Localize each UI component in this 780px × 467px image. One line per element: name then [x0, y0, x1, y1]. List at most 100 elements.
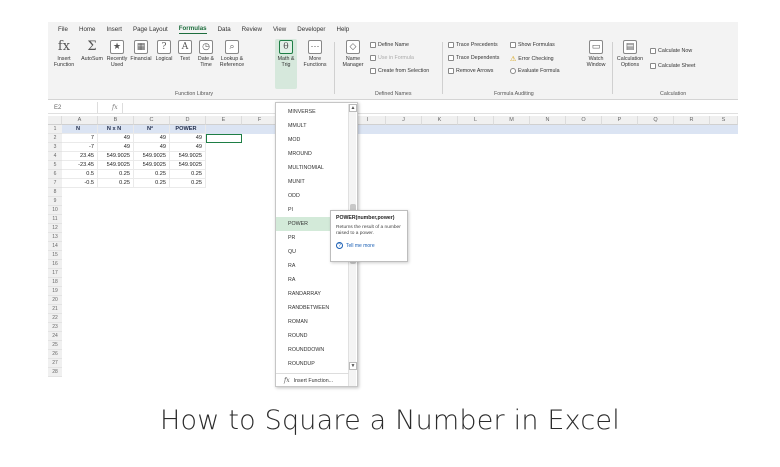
- function-menu-item-roundup[interactable]: ROUNDUP: [276, 357, 349, 371]
- function-menu-item-multinomial[interactable]: MULTINOMIAL: [276, 161, 349, 175]
- column-header-n[interactable]: N: [530, 116, 566, 125]
- more-functions-button[interactable]: ⋯ More Functions: [302, 40, 328, 68]
- row-header-27[interactable]: 27: [48, 359, 62, 368]
- table-cell[interactable]: 49: [98, 143, 134, 152]
- function-menu-item-randbetween[interactable]: RANDBETWEEN: [276, 301, 349, 315]
- evaluate-formula-button[interactable]: Evaluate Formula: [510, 68, 560, 74]
- table-cell[interactable]: 0.25: [98, 179, 134, 188]
- table-cell[interactable]: 49: [170, 134, 206, 143]
- menu-help[interactable]: Help: [337, 26, 350, 33]
- column-header-j[interactable]: J: [386, 116, 422, 125]
- table-header-cell[interactable]: N: [62, 125, 98, 134]
- row-header-19[interactable]: 19: [48, 287, 62, 296]
- row-header-25[interactable]: 25: [48, 341, 62, 350]
- menu-home[interactable]: Home: [79, 26, 96, 33]
- table-cell[interactable]: 7: [62, 134, 98, 143]
- column-header-m[interactable]: M: [494, 116, 530, 125]
- function-menu-item-round[interactable]: ROUND: [276, 329, 349, 343]
- formula-input[interactable]: [121, 102, 682, 113]
- row-header-13[interactable]: 13: [48, 233, 62, 242]
- column-header-k[interactable]: K: [422, 116, 458, 125]
- column-header-b[interactable]: B: [98, 116, 134, 125]
- table-cell[interactable]: 549.9025: [134, 152, 170, 161]
- menu-file[interactable]: File: [58, 26, 68, 33]
- menu-page-layout[interactable]: Page Layout: [133, 26, 168, 33]
- column-header-s[interactable]: S: [710, 116, 738, 125]
- row-header-2[interactable]: 2: [48, 134, 62, 143]
- row-header-11[interactable]: 11: [48, 215, 62, 224]
- function-menu-item-roman[interactable]: ROMAN: [276, 315, 349, 329]
- column-header-q[interactable]: Q: [638, 116, 674, 125]
- name-box[interactable]: E2: [48, 102, 98, 113]
- create-from-selection-button[interactable]: Create from Selection: [370, 68, 429, 74]
- row-header-26[interactable]: 26: [48, 350, 62, 359]
- row-header-15[interactable]: 15: [48, 251, 62, 260]
- table-cell[interactable]: -7: [62, 143, 98, 152]
- table-cell[interactable]: 549.9025: [170, 161, 206, 170]
- calculate-now-button[interactable]: Calculate Now: [650, 48, 692, 54]
- table-cell[interactable]: 49: [98, 134, 134, 143]
- function-menu-item-ra[interactable]: RA: [276, 273, 349, 287]
- table-cell[interactable]: 549.9025: [98, 152, 134, 161]
- insert-function-menu-item[interactable]: fx Insert Function...: [276, 373, 349, 387]
- recently-used-button[interactable]: ★ Recently Used: [106, 40, 128, 68]
- row-header-1[interactable]: 1: [48, 125, 62, 134]
- menu-insert[interactable]: Insert: [107, 26, 122, 33]
- table-cell[interactable]: 23.45: [62, 152, 98, 161]
- text-button[interactable]: A Text: [176, 40, 194, 62]
- function-menu-item-minverse[interactable]: MINVERSE: [276, 105, 349, 119]
- logical-button[interactable]: ? Logical: [154, 40, 174, 62]
- column-header-a[interactable]: A: [62, 116, 98, 125]
- table-cell[interactable]: -0.5: [62, 179, 98, 188]
- function-menu-item-munit[interactable]: MUNIT: [276, 175, 349, 189]
- define-name-button[interactable]: Define Name: [370, 42, 409, 48]
- use-in-formula-button[interactable]: Use in Formula: [370, 55, 414, 61]
- row-header-9[interactable]: 9: [48, 197, 62, 206]
- table-cell[interactable]: 49: [134, 143, 170, 152]
- function-menu-item-rounddown[interactable]: ROUNDDOWN: [276, 343, 349, 357]
- row-header-5[interactable]: 5: [48, 161, 62, 170]
- column-header-d[interactable]: D: [170, 116, 206, 125]
- row-header-20[interactable]: 20: [48, 296, 62, 305]
- column-header-c[interactable]: C: [134, 116, 170, 125]
- row-header-6[interactable]: 6: [48, 170, 62, 179]
- table-cell[interactable]: 0.25: [134, 170, 170, 179]
- row-header-23[interactable]: 23: [48, 323, 62, 332]
- math-trig-button[interactable]: θ Math & Trig: [275, 39, 297, 89]
- row-header-28[interactable]: 28: [48, 368, 62, 377]
- tell-me-more-link[interactable]: ? Tell me more: [336, 242, 402, 249]
- autosum-button[interactable]: Σ AutoSum: [80, 40, 104, 62]
- row-header-24[interactable]: 24: [48, 332, 62, 341]
- row-header-3[interactable]: 3: [48, 143, 62, 152]
- row-header-14[interactable]: 14: [48, 242, 62, 251]
- row-header-8[interactable]: 8: [48, 188, 62, 197]
- column-header-r[interactable]: R: [674, 116, 710, 125]
- row-header-12[interactable]: 12: [48, 224, 62, 233]
- error-checking-button[interactable]: ⚠ Error Checking: [510, 55, 554, 63]
- table-cell[interactable]: 49: [134, 134, 170, 143]
- function-menu-item-mmult[interactable]: MMULT: [276, 119, 349, 133]
- scroll-up-icon[interactable]: ▲: [349, 104, 357, 112]
- table-header-cell[interactable]: N x N: [98, 125, 134, 134]
- insert-function-button[interactable]: fx Insert Function: [52, 40, 76, 68]
- table-cell[interactable]: 0.25: [170, 170, 206, 179]
- menu-view[interactable]: View: [273, 26, 286, 33]
- menu-data[interactable]: Data: [218, 26, 231, 33]
- table-header-cell[interactable]: POWER: [170, 125, 206, 134]
- table-cell[interactable]: -23.45: [62, 161, 98, 170]
- column-header-l[interactable]: L: [458, 116, 494, 125]
- column-header-o[interactable]: O: [566, 116, 602, 125]
- menu-review[interactable]: Review: [242, 26, 262, 33]
- table-header-cell[interactable]: N²: [134, 125, 170, 134]
- select-all-corner[interactable]: [48, 116, 62, 125]
- watch-window-button[interactable]: ▭ Watch Window: [584, 40, 608, 68]
- function-menu-item-odd[interactable]: ODD: [276, 189, 349, 203]
- table-cell[interactable]: 49: [170, 143, 206, 152]
- function-menu-item-mround[interactable]: MROUND: [276, 147, 349, 161]
- financial-button[interactable]: ▦ Financial: [130, 40, 152, 62]
- table-cell[interactable]: 0.5: [62, 170, 98, 179]
- table-cell[interactable]: 549.9025: [134, 161, 170, 170]
- table-cell[interactable]: 549.9025: [170, 152, 206, 161]
- date-time-button[interactable]: ◷ Date & Time: [196, 40, 216, 68]
- row-header-16[interactable]: 16: [48, 260, 62, 269]
